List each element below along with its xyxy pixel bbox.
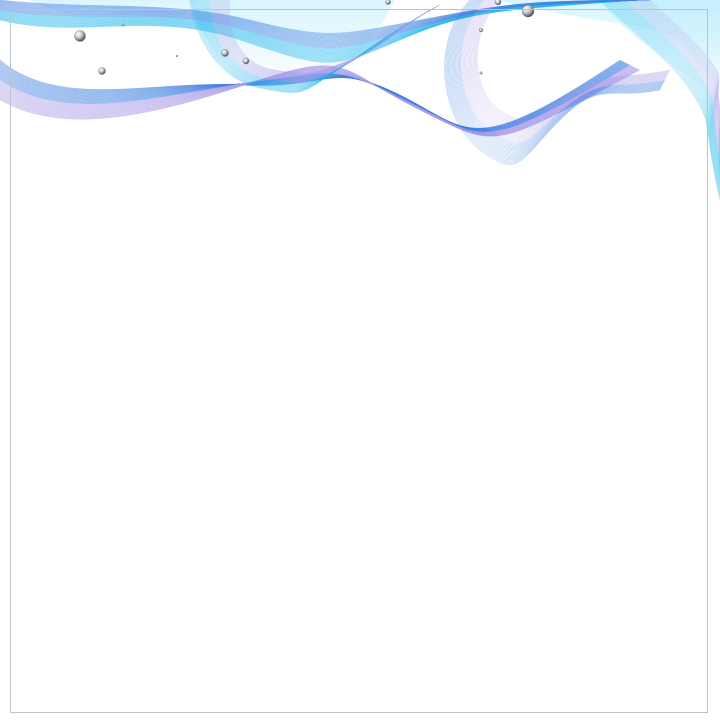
bubble-9 [494,0,502,6]
page-frame [10,9,708,713]
bubble-6 [385,0,391,5]
decorative-background [0,0,720,725]
